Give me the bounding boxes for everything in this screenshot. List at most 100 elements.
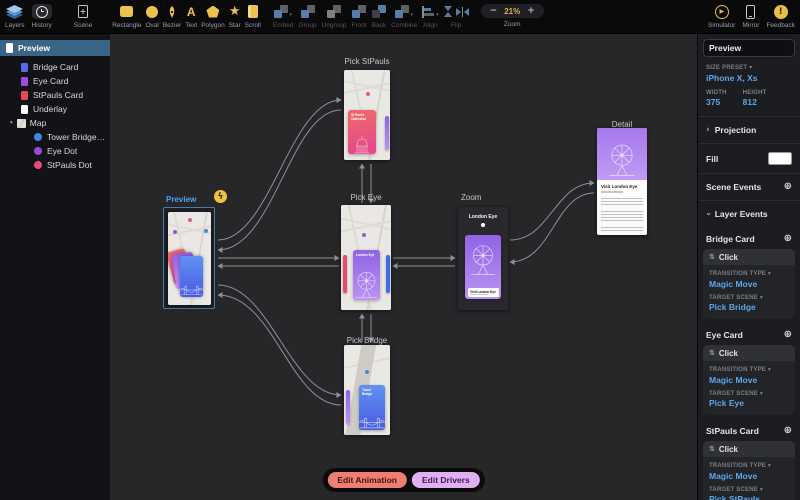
target-scene-dropdown[interactable]: TARGET SCENE ▾ (709, 390, 789, 397)
layer-row-bridge-card[interactable]: Bridge Card (0, 60, 110, 74)
event-trigger-dropdown[interactable]: ⇅ Click (703, 249, 795, 265)
tool-text[interactable]: A Text (185, 4, 197, 29)
add-layer-event-icon[interactable]: ⊕ (784, 234, 792, 244)
edit-animation-button[interactable]: Edit Animation (327, 472, 407, 488)
transition-value[interactable]: Magic Move (709, 375, 789, 385)
screen-pick-eye[interactable]: London Eye (341, 205, 391, 310)
target-scene-dropdown[interactable]: TARGET SCENE ▾ (709, 294, 789, 301)
toolbar: Layers History + Scene Rectangle Oval Be… (0, 0, 800, 34)
screen-preview-selection-frame[interactable] (163, 207, 215, 309)
width-value[interactable]: 375 (706, 97, 727, 107)
feedback-button[interactable]: ! Feedback (766, 4, 795, 29)
layer-row-preview-scene[interactable]: Preview (0, 40, 110, 56)
event-trigger-dropdown[interactable]: ⇅ Click (703, 441, 795, 457)
layer-row-underlay[interactable]: Underlay (0, 102, 110, 116)
tool-rectangle[interactable]: Rectangle (112, 4, 141, 29)
mirror-button[interactable]: Mirror (742, 4, 759, 29)
transition-type-dropdown[interactable]: TRANSITION TYPE ▾ (709, 462, 789, 469)
stepper-icon: ⇅ (709, 445, 715, 453)
detail-subtitle (601, 191, 623, 193)
tool-oval[interactable]: Oval (145, 4, 159, 29)
zoom-in-button[interactable]: + (527, 6, 535, 16)
screen-zoom[interactable]: London Eye Visit London Eye (458, 207, 508, 310)
combine-button[interactable]: ▾ Combine (391, 4, 417, 29)
layer-event-name: Eye Card (706, 330, 743, 340)
peek-card-bridge (385, 255, 390, 293)
front-button[interactable]: Front (352, 4, 367, 29)
zoom-label: Zoom (503, 20, 521, 28)
tool-bezier[interactable]: Bezier (163, 4, 181, 29)
screen-detail[interactable]: Visit London Eye (597, 128, 647, 235)
visit-london-eye-button[interactable]: Visit London Eye (467, 288, 499, 297)
width-field[interactable]: WIDTH 375 (706, 90, 727, 108)
tool-star[interactable]: ★ Star (229, 4, 241, 29)
add-layer-event-icon[interactable]: ⊕ (784, 426, 792, 436)
target-scene-value[interactable]: Pick Eye (709, 398, 789, 408)
layers-panel-toggle[interactable]: Layers (5, 4, 25, 29)
ungroup-button[interactable]: Ungroup (322, 4, 347, 29)
layer-row-stpauls-card[interactable]: StPauls Card (0, 88, 110, 102)
target-scene-dropdown[interactable]: TARGET SCENE ▾ (709, 486, 789, 493)
scene-name-input[interactable]: Preview (703, 39, 795, 57)
layer-row-stpauls-dot[interactable]: StPauls Dot (0, 158, 110, 172)
layer-row-eye-card[interactable]: Eye Card (0, 74, 110, 88)
simulator-button[interactable]: ▶ Simulator (708, 4, 735, 29)
tool-label: Back (371, 21, 387, 29)
add-scene-event-icon[interactable]: ⊕ (784, 182, 792, 192)
flip-button[interactable]: Flip (443, 4, 469, 29)
transition-type-dropdown[interactable]: TRANSITION TYPE ▾ (709, 366, 789, 373)
align-button[interactable]: ▾ Align (422, 4, 439, 29)
layer-row-tower-bridge-dot[interactable]: Tower Bridge… (0, 130, 110, 144)
event-card-eye: ⇅ Click TRANSITION TYPE ▾ Magic Move TAR… (703, 345, 795, 415)
group-button[interactable]: Group (299, 4, 317, 29)
history-panel-toggle[interactable]: History (32, 4, 52, 29)
tool-label: Scroll (244, 21, 261, 29)
transition-value[interactable]: Magic Move (709, 471, 789, 481)
edit-drivers-button[interactable]: Edit Drivers (411, 472, 480, 488)
height-field[interactable]: HEIGHT 812 (743, 90, 767, 108)
add-layer-event-icon[interactable]: ⊕ (784, 330, 792, 340)
layer-dot-icon (34, 161, 42, 169)
trigger-label: Click (718, 348, 738, 358)
back-button[interactable]: Back (372, 4, 386, 29)
target-scene-value[interactable]: Pick StPauls (709, 494, 789, 500)
target-scene-value[interactable]: Pick Bridge (709, 302, 789, 312)
layer-swatch-icon (21, 62, 28, 72)
screen-label-stpauls[interactable]: Pick StPauls (324, 57, 410, 66)
size-preset-dropdown[interactable]: SIZE PRESET ▾ (706, 64, 792, 71)
disclosure-triangle-icon[interactable]: ▾ (10, 120, 13, 126)
transition-value[interactable]: Magic Move (709, 279, 789, 289)
canvas[interactable]: Preview ϟ Pick StPauls St Paul's Cathedr… (110, 33, 697, 500)
height-label: HEIGHT (742, 89, 767, 96)
layer-row-eye-dot[interactable]: Eye Dot (0, 144, 110, 158)
screen-label-bridge[interactable]: Pick Bridge (324, 336, 410, 345)
tool-polygon[interactable]: Polygon (201, 4, 225, 29)
width-label: WIDTH (706, 89, 727, 96)
screen-label-zoom[interactable]: Zoom (458, 193, 511, 202)
screen-pick-bridge[interactable]: Tower Bridge (344, 345, 390, 435)
screen-pick-stpauls[interactable]: St Paul's Cathedral (344, 70, 390, 160)
fill-color-swatch[interactable] (768, 152, 792, 165)
transition-type-dropdown[interactable]: TRANSITION TYPE ▾ (709, 270, 789, 277)
layer-events-section-toggle[interactable]: › Layer Events (698, 201, 800, 227)
tool-label: Ungroup (321, 21, 347, 29)
tool-scroll[interactable]: Scroll (245, 4, 261, 29)
embed-button[interactable]: ▾ Embed (273, 4, 294, 29)
exclamation-icon: ! (773, 4, 788, 19)
add-scene-button[interactable]: + Scene (74, 4, 92, 29)
map-thumbnail-icon (16, 118, 26, 128)
screen-label-eye[interactable]: Pick Eye (321, 193, 411, 202)
height-value[interactable]: 812 (743, 97, 767, 107)
layer-swatch-icon (21, 104, 28, 114)
event-trigger-dropdown[interactable]: ⇅ Click (703, 345, 795, 361)
flash-badge-icon[interactable]: ϟ (214, 190, 227, 203)
layer-row-map[interactable]: ▾ Map (0, 116, 110, 130)
screen-preview[interactable] (167, 211, 211, 305)
section-label: Scene Events (706, 182, 762, 192)
zoom-out-button[interactable]: − (490, 6, 498, 16)
size-preset-value[interactable]: iPhone X, Xs (706, 73, 792, 83)
section-label: Layer Events (714, 209, 768, 219)
tool-label: Flip (450, 21, 462, 29)
projection-section-toggle[interactable]: › Projection (698, 117, 800, 143)
scroll-icon (247, 4, 258, 19)
